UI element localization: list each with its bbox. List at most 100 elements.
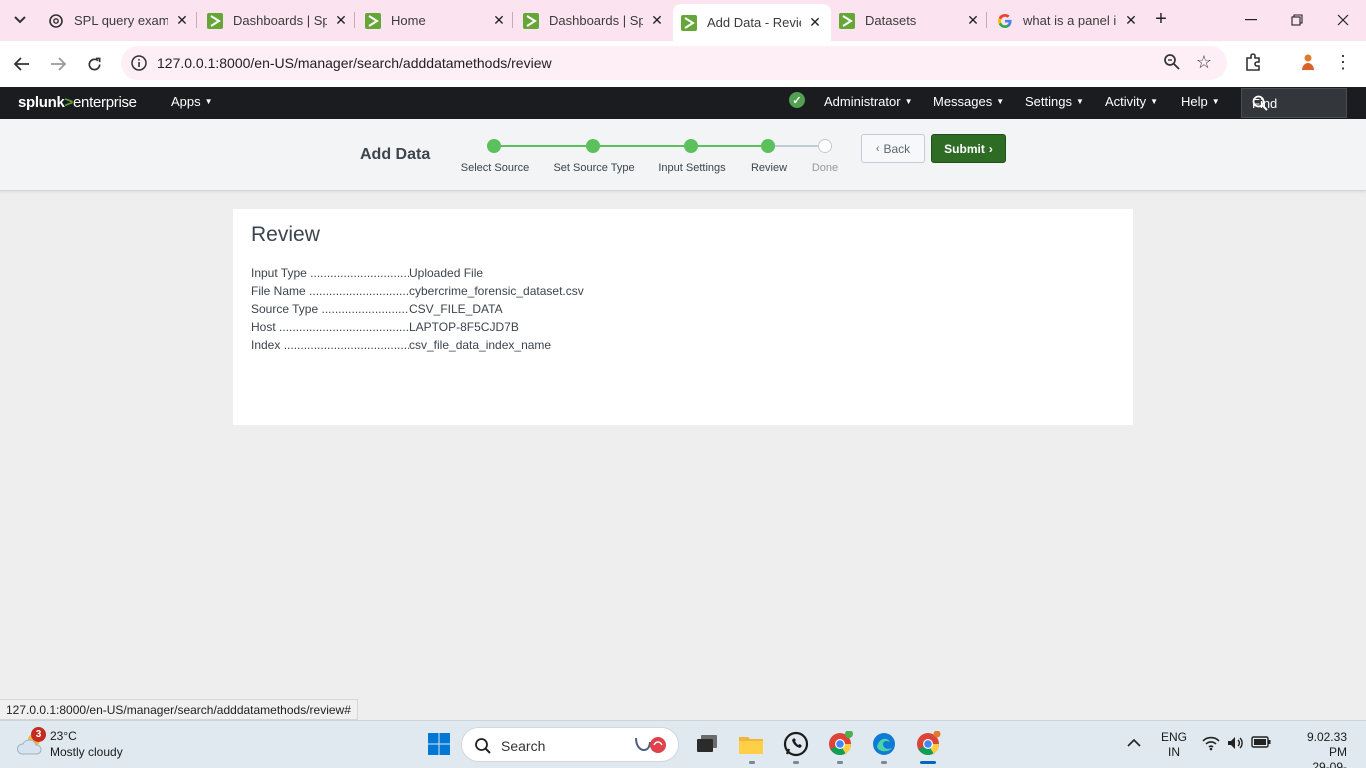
site-info-icon[interactable] <box>130 54 148 72</box>
splunk-favicon-icon <box>839 12 855 29</box>
step-label: Done <box>811 162 839 174</box>
submit-button[interactable]: Submit › <box>931 134 1006 163</box>
minimize-icon[interactable] <box>1236 8 1266 32</box>
review-row-file-name: File Namecybercrime_forensic_dataset.csv <box>251 284 584 302</box>
review-key: File Name <box>251 284 409 302</box>
chrome-profile-icon[interactable] <box>826 730 854 758</box>
search-label: Search <box>501 738 546 754</box>
search-icon[interactable] <box>1252 95 1268 111</box>
tab-title: what is a panel i <box>1023 13 1117 28</box>
browser-tab[interactable]: what is a panel i ✕ <box>989 6 1147 35</box>
review-key: Index <box>251 338 409 356</box>
step-input-settings-dot <box>684 139 698 153</box>
settings-menu[interactable]: Settings ▼ <box>1025 94 1084 109</box>
review-details: Input TypeUploaded File File Namecybercr… <box>251 266 584 356</box>
caret-down-icon: ▼ <box>1150 97 1159 106</box>
browser-tab[interactable]: Dashboards | Sp ✕ <box>199 6 357 35</box>
system-clock[interactable]: 9.02.33 PM 29-09-2025 <box>1287 730 1347 768</box>
review-row-source-type: Source TypeCSV_FILE_DATA <box>251 302 584 320</box>
administrator-label: Administrator <box>824 94 901 109</box>
weather-badge: 3 <box>31 727 46 742</box>
volume-icon[interactable] <box>1226 735 1244 753</box>
activity-label: Activity <box>1105 94 1147 109</box>
reload-icon[interactable] <box>81 51 107 77</box>
step-connector <box>691 145 768 147</box>
restore-icon[interactable] <box>1282 8 1312 32</box>
close-tab-icon[interactable]: ✕ <box>1123 12 1139 29</box>
caret-down-icon: ▼ <box>1211 97 1220 106</box>
help-label: Help <box>1181 94 1208 109</box>
apps-menu[interactable]: Apps ▼ <box>171 94 213 109</box>
close-tab-icon[interactable]: ✕ <box>491 12 507 29</box>
running-indicator <box>881 761 887 764</box>
close-tab-icon[interactable]: ✕ <box>333 12 349 29</box>
taskbar-search-box[interactable]: Search <box>461 727 679 762</box>
review-key: Host <box>251 320 409 338</box>
browser-tab[interactable]: Dashboards | Sp ✕ <box>515 6 673 35</box>
tab-divider <box>354 12 355 28</box>
tab-title: Home <box>391 13 426 28</box>
close-window-icon[interactable] <box>1328 8 1358 32</box>
wifi-icon[interactable] <box>1202 735 1220 753</box>
chevron-right-icon: › <box>988 141 993 156</box>
forward-arrow-icon[interactable] <box>45 51 71 77</box>
browser-menu-icon[interactable]: ⋮ <box>1334 51 1352 73</box>
chrome-icon[interactable] <box>914 730 942 758</box>
edge-icon[interactable] <box>870 730 898 758</box>
step-set-source-type-dot <box>586 139 600 153</box>
review-row-host: HostLAPTOP-8F5CJD7B <box>251 320 584 338</box>
tray-overflow-chevron-icon[interactable] <box>1127 736 1143 752</box>
tab-title: SPL query examp <box>74 13 168 28</box>
search-icon <box>474 737 492 755</box>
add-data-wizard-bar: Add Data Select Source Set Source Type I… <box>0 119 1366 191</box>
new-tab-plus-icon[interactable]: + <box>1150 8 1172 30</box>
health-ok-icon[interactable]: ✓ <box>789 92 805 108</box>
temperature: 23°C <box>50 729 77 743</box>
file-explorer-icon[interactable] <box>737 730 765 758</box>
battery-icon[interactable] <box>1251 735 1271 753</box>
step-connector <box>494 145 593 147</box>
step-label: Review <box>750 162 788 174</box>
close-tab-icon[interactable]: ✕ <box>807 14 823 31</box>
find-search-input[interactable]: Find <box>1241 88 1347 118</box>
browser-tab[interactable]: Home ✕ <box>357 6 515 35</box>
messages-menu[interactable]: Messages ▼ <box>933 94 1004 109</box>
browser-tab-strip: SPL query examp ✕ Dashboards | Sp ✕ Home… <box>0 0 1366 41</box>
weather-condition: Mostly cloudy <box>50 745 123 759</box>
step-connector <box>593 145 691 147</box>
activity-menu[interactable]: Activity ▼ <box>1105 94 1158 109</box>
administrator-menu[interactable]: Administrator ▼ <box>824 94 913 109</box>
close-tab-icon[interactable]: ✕ <box>174 12 190 29</box>
language-indicator[interactable]: ENG IN <box>1161 730 1187 760</box>
browser-tab[interactable]: SPL query examp ✕ <box>40 6 198 35</box>
review-value: LAPTOP-8F5CJD7B <box>409 320 519 334</box>
browser-tab-active[interactable]: Add Data - Revie ✕ <box>673 4 831 41</box>
review-value: csv_file_data_index_name <box>409 338 552 352</box>
submit-label: Submit <box>944 141 985 156</box>
running-indicator <box>837 761 843 764</box>
step-select-source-dot <box>487 139 501 153</box>
browser-tab[interactable]: Datasets ✕ <box>831 6 989 35</box>
back-arrow-icon[interactable] <box>9 51 35 77</box>
tab-search-chevron-icon[interactable] <box>8 10 32 30</box>
windows-start-icon[interactable] <box>425 730 453 758</box>
step-connector <box>768 145 825 147</box>
bookmark-star-icon[interactable]: ☆ <box>1194 52 1214 72</box>
back-button[interactable]: ‹ Back <box>861 134 925 163</box>
profile-avatar-icon[interactable] <box>1297 51 1319 73</box>
address-bar[interactable]: 127.0.0.1:8000/en-US/manager/search/addd… <box>121 46 1227 80</box>
task-view-icon[interactable] <box>693 730 721 758</box>
whatsapp-icon[interactable] <box>782 730 810 758</box>
tab-title: Dashboards | Sp <box>549 13 643 28</box>
splunk-logo[interactable]: splunk>enterprise <box>18 94 137 111</box>
browser-toolbar: 127.0.0.1:8000/en-US/manager/search/addd… <box>0 41 1366 87</box>
close-tab-icon[interactable]: ✕ <box>965 12 981 29</box>
splunk-app-bar: splunk>enterprise Apps ▼ ✓ Administrator ▼… <box>0 87 1366 119</box>
extensions-icon[interactable] <box>1243 51 1265 73</box>
step-label: Select Source <box>460 162 530 174</box>
help-menu[interactable]: Help ▼ <box>1181 94 1220 109</box>
logo-text: splunk <box>18 94 65 111</box>
close-tab-icon[interactable]: ✕ <box>649 12 665 29</box>
zoom-icon[interactable] <box>1163 53 1183 73</box>
active-app-indicator <box>920 761 936 764</box>
